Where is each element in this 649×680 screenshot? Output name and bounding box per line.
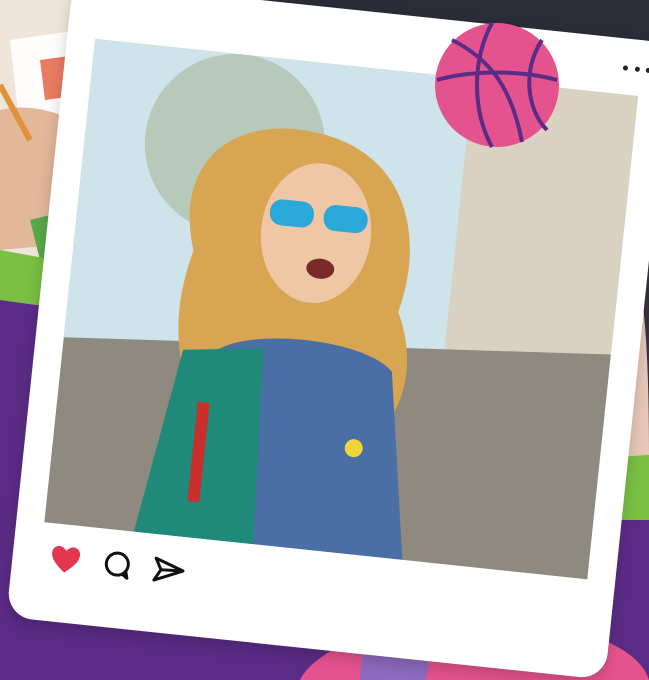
heart-icon [52, 545, 81, 573]
comment-button[interactable] [99, 546, 136, 583]
comment-bubble-icon [104, 551, 130, 580]
basketball-icon [435, 22, 559, 148]
share-button[interactable] [150, 552, 187, 589]
collage-scene [0, 0, 649, 680]
like-button[interactable] [47, 541, 84, 578]
send-icon [152, 556, 185, 582]
